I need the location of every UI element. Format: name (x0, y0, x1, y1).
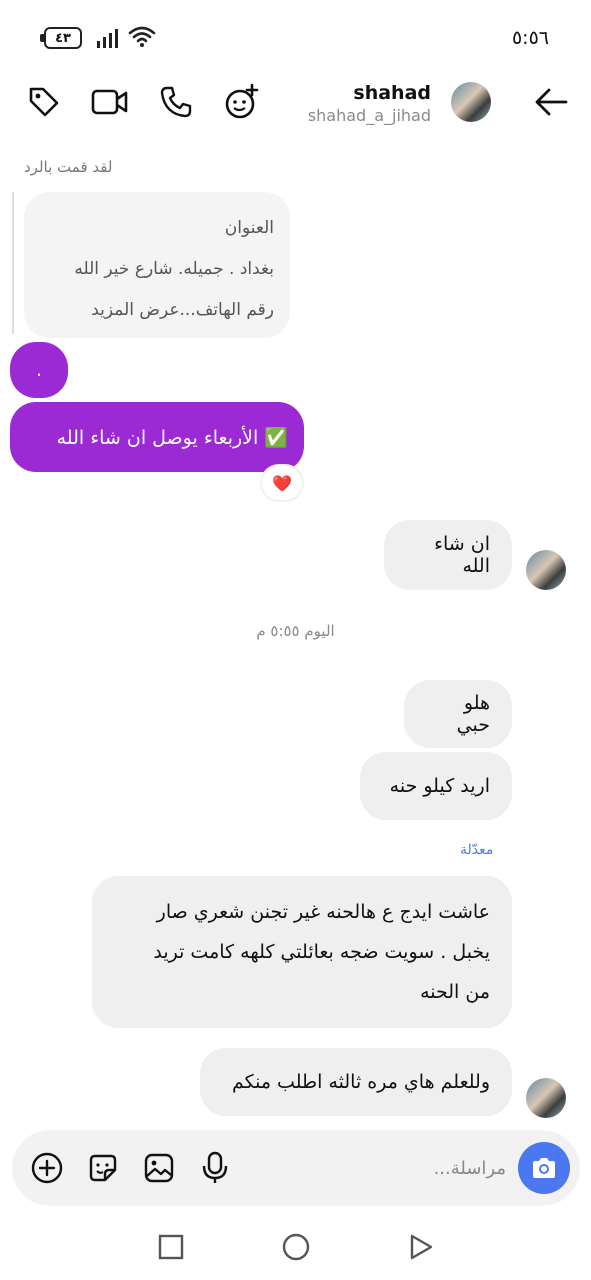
received-message-long[interactable]: عاشت ايدج ع هالحنه غير تجنن شعري صار يخب… (92, 876, 512, 1028)
timestamp-separator: اليوم ٥:٥٥ م (256, 622, 335, 640)
reply-label: لقد قمت بالرد (24, 158, 113, 176)
battery-icon: ٤٣ (40, 27, 84, 49)
received-message[interactable]: هلو حبي (404, 680, 512, 748)
contact-handle[interactable]: shahad_a_jihad (308, 106, 431, 125)
sender-avatar[interactable] (526, 550, 566, 590)
recents-button-icon[interactable] (156, 1232, 186, 1262)
gallery-icon[interactable] (142, 1151, 176, 1185)
received-message[interactable]: ان شاء الله (384, 520, 512, 590)
add-sticker-icon[interactable] (222, 82, 262, 122)
contact-name[interactable]: shahad (353, 82, 431, 104)
back-button-icon[interactable] (406, 1232, 436, 1262)
edited-label: معدّلة (460, 842, 494, 858)
camera-button[interactable] (518, 1142, 570, 1194)
quoted-line: العنوان (224, 218, 274, 238)
camera-icon (533, 1158, 555, 1178)
sent-message-dot[interactable]: . (10, 342, 68, 398)
received-message[interactable]: وللعلم هاي مره ثالثه اطلب منكم (200, 1048, 512, 1116)
quoted-message[interactable]: العنوان بغداد . جميله. شارع خير الله رقم… (24, 192, 290, 338)
message-line: عاشت ايدج ع هالحنه غير تجنن شعري صار (156, 901, 490, 923)
quoted-line: رقم الهاتف...عرض المزيد (91, 300, 274, 320)
phone-icon[interactable] (156, 82, 196, 122)
message-line: من الحنه (420, 981, 490, 1003)
chat-header: shahad shahad_a_jihad (0, 70, 591, 142)
signal-icon (97, 29, 118, 48)
message-composer (12, 1130, 580, 1206)
quoted-line: بغداد . جميله. شارع خير الله (74, 259, 274, 279)
heart-reaction-icon[interactable]: ❤️ (262, 466, 302, 500)
quote-divider (12, 192, 14, 334)
plus-icon[interactable] (30, 1151, 64, 1185)
wifi-icon (128, 26, 156, 47)
status-time: ٥:٥٦ (511, 27, 549, 49)
back-arrow-icon[interactable] (533, 84, 569, 120)
message-input[interactable] (246, 1150, 506, 1186)
video-call-icon[interactable] (90, 82, 130, 122)
microphone-icon[interactable] (198, 1151, 232, 1185)
sender-avatar[interactable] (526, 1078, 566, 1118)
battery-level: ٤٣ (44, 27, 82, 49)
home-button-icon[interactable] (281, 1232, 311, 1262)
status-bar: ٤٣ ٥:٥٦ (0, 0, 591, 70)
received-message[interactable]: اريد كيلو حنه (360, 752, 512, 820)
message-line: يخبل . سويت ضجه بعائلتي كلهه كامت تريد (153, 941, 490, 963)
tag-icon[interactable] (24, 82, 64, 122)
sent-message-wednesday[interactable]: ✅ الأربعاء يوصل ان شاء الله (10, 402, 304, 472)
sticker-icon[interactable] (86, 1151, 120, 1185)
contact-avatar[interactable] (451, 82, 491, 122)
